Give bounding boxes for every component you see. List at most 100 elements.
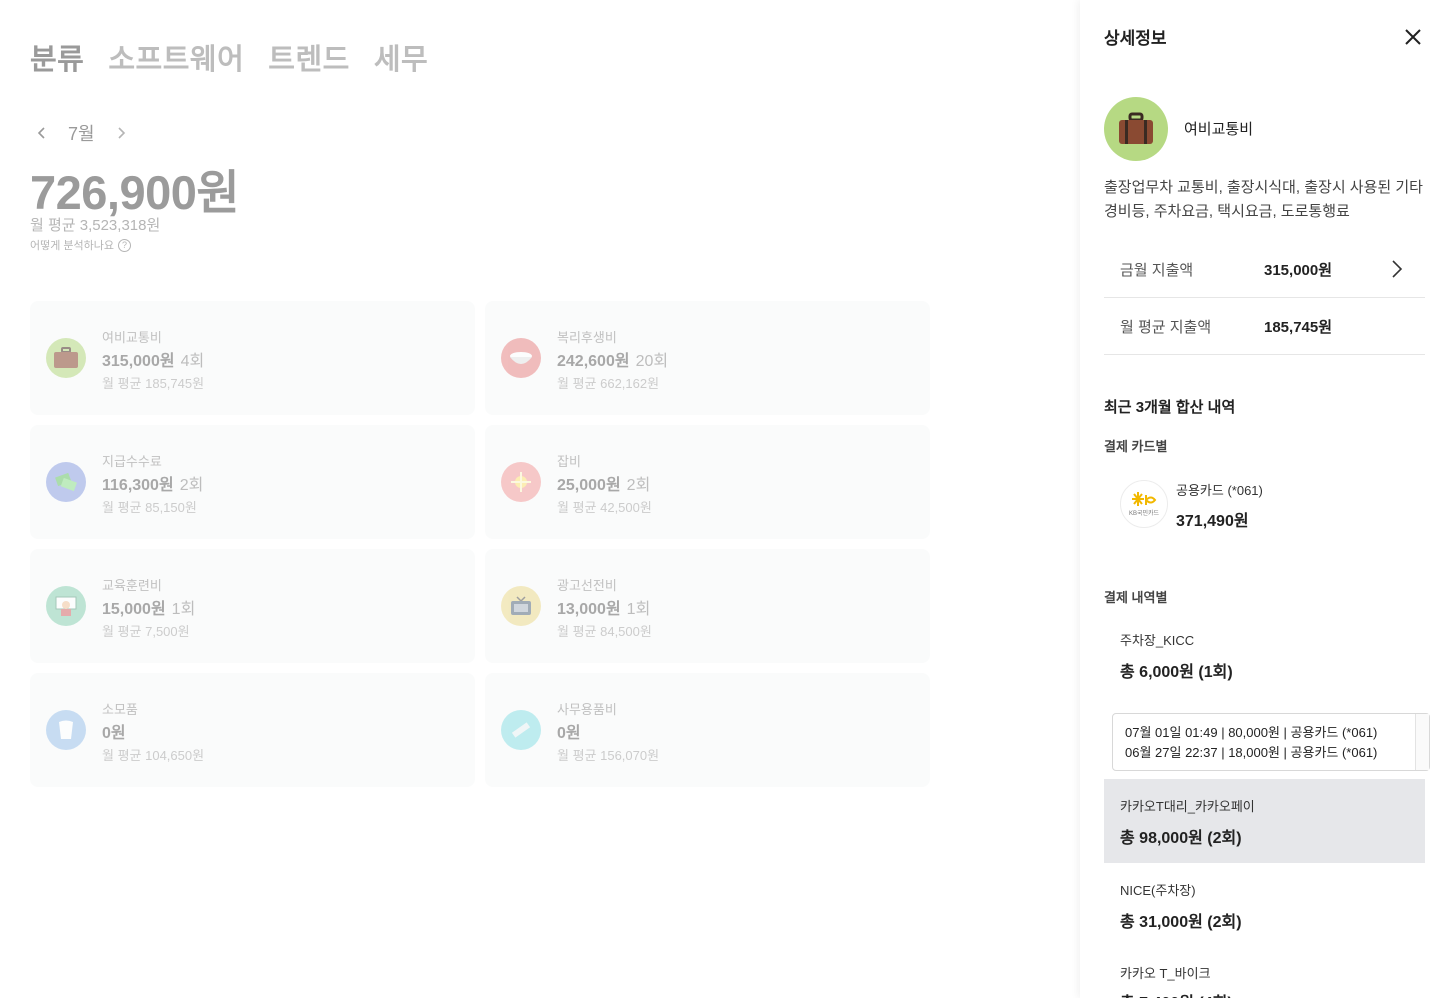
category-count: 1회 [171, 601, 196, 618]
category-average: 월 평균 185,745원 [102, 376, 205, 391]
category-amount: 242,600원 20회 [557, 347, 668, 371]
card-amount: 371,490원 [1176, 513, 1249, 530]
category-name: 잡비 [557, 454, 581, 469]
category-count: 20회 [635, 353, 669, 370]
question-icon: ? [118, 238, 132, 252]
category-card[interactable]: 소모품 0원월 평균 104,650원 [30, 673, 475, 787]
category-amount-value: 315,000원 [102, 353, 175, 370]
monthly-avg-row: 월 평균 지출액 185,745원 [1104, 298, 1425, 355]
category-card[interactable]: 사무용품비 0원월 평균 156,070원 [485, 673, 930, 787]
month-navigator: 7월 [30, 120, 133, 146]
category-average: 월 평균 156,070원 [557, 748, 660, 763]
category-average: 월 평균 104,650원 [102, 748, 205, 763]
this-month-row[interactable]: 금월 지출액 315,000원 [1104, 241, 1425, 298]
category-amount: 116,300원 2회 [102, 471, 203, 495]
category-average: 월 평균 662,162원 [557, 376, 660, 391]
tooltip-scrollbar[interactable] [1415, 714, 1429, 770]
top-tabs: 분류 소프트웨어 트렌드 세무 [30, 36, 428, 78]
recent-section-title: 최근 3개월 합산 내역 [1104, 399, 1236, 416]
category-name: 소모품 [102, 702, 138, 717]
payment-total: 총 98,000원 (2회) [1120, 830, 1242, 847]
kb-logo-text: KB국민카드 [1128, 511, 1160, 517]
category-amount-value: 242,600원 [557, 353, 630, 370]
by-payment-title: 결제 내역별 [1104, 590, 1168, 605]
category-avatar [1104, 97, 1168, 161]
category-amount-value: 0원 [557, 725, 581, 742]
teacher-icon [46, 586, 86, 626]
category-amount-value: 25,000원 [557, 477, 621, 494]
briefcase-icon [46, 338, 86, 378]
category-name: 복리후생비 [557, 330, 617, 345]
monthly-avg-value: 185,745원 [1264, 319, 1333, 336]
payment-name: 주차장_KICC [1120, 633, 1195, 648]
category-grid: 여비교통비 315,000원 4회월 평균 185,745원 복리후생비 242,600… [30, 301, 930, 787]
payment-total: 총 6,000원 (1회) [1120, 664, 1233, 681]
category-amount: 0원 [557, 719, 587, 743]
category-name: 지급수수료 [102, 454, 162, 469]
tab-software[interactable]: 소프트웨어 [108, 36, 244, 78]
tab-tax[interactable]: 세무 [374, 36, 428, 78]
how-analyze-link[interactable]: 어떻게 분석하나요 ? [30, 237, 132, 253]
close-icon [1405, 29, 1421, 45]
month-label: 7월 [68, 124, 95, 144]
category-card[interactable]: 잡비 25,000원 2회 월 평균 42,500원 [485, 425, 930, 539]
cash-icon [46, 462, 86, 502]
category-card[interactable]: 여비교통비 315,000원 4회월 평균 185,745원 [30, 301, 475, 415]
bowl-icon [501, 338, 541, 378]
category-amount: 0원 [102, 719, 132, 743]
this-month-value: 315,000원 [1264, 262, 1333, 279]
category-amount: 25,000원 2회 [557, 471, 650, 495]
payment-item-selected[interactable]: 카카오T대리_카카오페이 총 98,000원 (2회) [1104, 779, 1425, 863]
close-button[interactable] [1400, 24, 1426, 50]
category-amount-value: 116,300원 [102, 477, 174, 494]
next-month-button[interactable] [109, 121, 133, 145]
how-analyze-label: 어떻게 분석하나요 [30, 240, 115, 252]
chevron-left-icon [37, 127, 45, 139]
card-name: 공용카드 (*061) [1176, 483, 1263, 498]
payment-name: NICE(주차장) [1120, 883, 1196, 898]
detail-drawer: 상세정보 여비교통비 출장업무차 교통비, 출장시식대, 출장시 사용된 기타 … [1080, 0, 1445, 998]
payment-total: 총 7,400원 (4회) [1120, 989, 1233, 998]
category-count: 4회 [180, 353, 205, 370]
category-amount: 315,000원 4회 [102, 347, 204, 371]
category-count: 2회 [179, 477, 204, 494]
tab-trend[interactable]: 트렌드 [268, 36, 350, 78]
chevron-right-icon[interactable] [1387, 257, 1407, 281]
category-amount: 15,000원 1회 [102, 595, 195, 619]
category-name: 사무용품비 [557, 702, 617, 717]
payment-item[interactable]: 주차장_KICC 총 6,000원 (1회) [1104, 618, 1425, 698]
payment-name: 카카오 T_바이크 [1120, 966, 1211, 981]
tv-icon [501, 586, 541, 626]
transaction-tooltip: 07월 01일 01:49 | 80,000원 | 공용카드 (*061) 06… [1112, 713, 1430, 771]
payment-total: 총 31,000원 (2회) [1120, 914, 1242, 931]
category-average: 월 평균 7,500원 [102, 624, 190, 639]
category-description: 출장업무차 교통비, 출장시식대, 출장시 사용된 기타 경비등, 주차요금, … [1104, 179, 1423, 220]
main-content: 분류 소프트웨어 트렌드 세무 7월 726,900원 월 평균 3,523,3… [0, 0, 1080, 998]
category-card[interactable]: 복리후생비 242,600원 20회월 평균 662,162원 [485, 301, 930, 415]
monthly-average: 월 평균 3,523,318원 [30, 217, 161, 234]
category-name: 여비교통비 [102, 330, 162, 345]
category-card[interactable]: 교육훈련비 15,000원 1회월 평균 7,500원 [30, 549, 475, 663]
category-card[interactable]: 지급수수료 116,300원 2회월 평균 85,150원 [30, 425, 475, 539]
payment-name: 카카오T대리_카카오페이 [1120, 799, 1255, 814]
tab-category[interactable]: 분류 [30, 36, 84, 78]
category-amount-value: 15,000원 [102, 601, 166, 618]
category-card[interactable]: 광고선전비 13,000원 1회 월 평균 84,500원 [485, 549, 930, 663]
category-amount-value: 0원 [102, 725, 126, 742]
briefcase-icon [1119, 112, 1153, 144]
this-month-label: 금월 지출액 [1120, 262, 1194, 279]
monthly-avg-label: 월 평균 지출액 [1120, 319, 1212, 336]
kb-star-icon [1132, 492, 1157, 506]
prev-month-button[interactable] [30, 121, 54, 145]
category-amount-value: 13,000원 [557, 601, 621, 618]
category-count: 2회 [626, 477, 651, 494]
payment-item[interactable]: NICE(주차장) 총 31,000원 (2회) [1104, 863, 1425, 947]
category-amount: 13,000원 1회 [557, 595, 650, 619]
category-name: 교육훈련비 [102, 578, 162, 593]
cutter-icon [501, 710, 541, 750]
payment-item[interactable]: 카카오 T_바이크 총 7,400원 (4회) [1104, 947, 1425, 998]
category-average: 월 평균 85,150원 [102, 500, 197, 515]
chevron-right-icon [118, 127, 125, 139]
category-name: 여비교통비 [1184, 121, 1254, 138]
sparkle-icon [501, 462, 541, 502]
